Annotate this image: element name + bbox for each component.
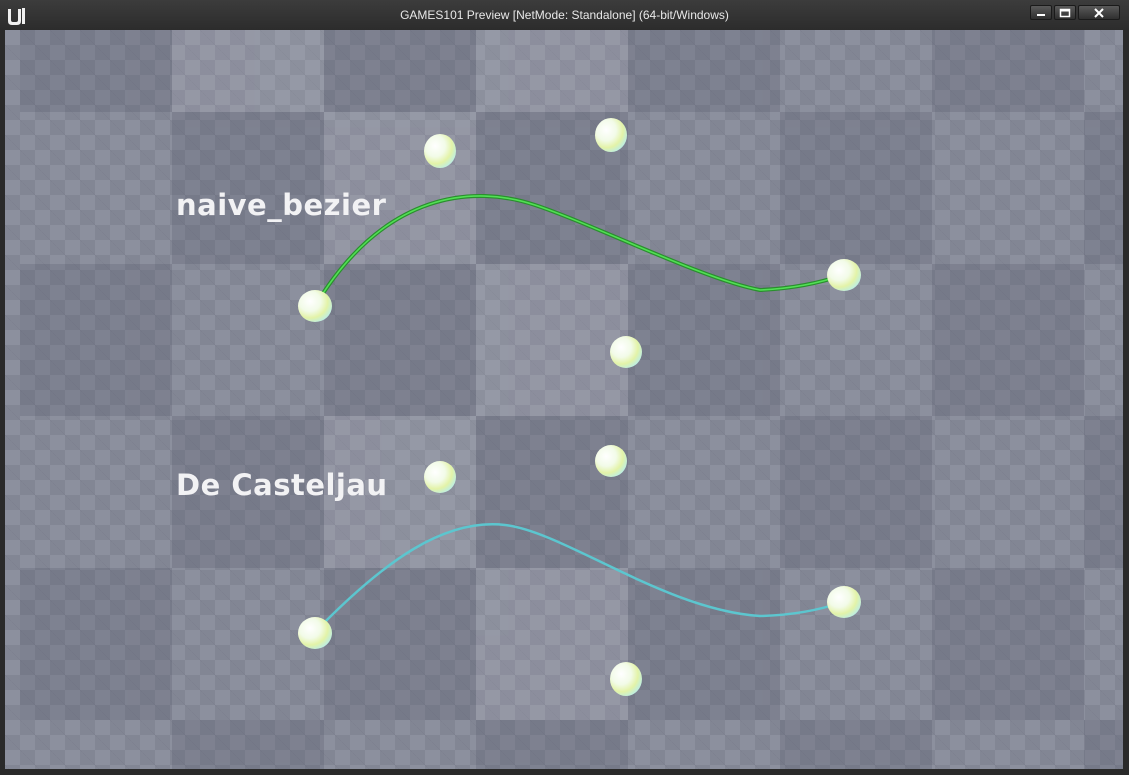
game-viewport[interactable]: naive_bezier De Casteljau bbox=[5, 30, 1123, 769]
control-point[interactable] bbox=[298, 290, 332, 322]
control-point[interactable] bbox=[595, 445, 627, 477]
control-point[interactable] bbox=[610, 662, 642, 696]
control-point[interactable] bbox=[595, 118, 627, 152]
control-point[interactable] bbox=[298, 617, 332, 649]
close-icon bbox=[1094, 7, 1104, 18]
de-casteljau-label: De Casteljau bbox=[176, 468, 388, 502]
maximize-button[interactable] bbox=[1054, 5, 1076, 20]
control-point[interactable] bbox=[424, 461, 456, 493]
maximize-icon bbox=[1059, 8, 1071, 17]
control-point[interactable] bbox=[827, 259, 861, 291]
naive-bezier-label: naive_bezier bbox=[176, 188, 387, 222]
scene-canvas bbox=[20, 30, 1123, 769]
control-point[interactable] bbox=[827, 586, 861, 618]
window-title: GAMES101 Preview [NetMode: Standalone] (… bbox=[400, 8, 729, 22]
app-window: GAMES101 Preview [NetMode: Standalone] (… bbox=[0, 0, 1129, 775]
title-bar[interactable]: GAMES101 Preview [NetMode: Standalone] (… bbox=[0, 0, 1129, 30]
minimize-button[interactable] bbox=[1030, 5, 1052, 20]
control-point[interactable] bbox=[424, 134, 456, 168]
control-point[interactable] bbox=[610, 336, 642, 368]
minimize-icon bbox=[1037, 13, 1045, 16]
close-button[interactable] bbox=[1078, 5, 1120, 20]
window-controls bbox=[1030, 5, 1120, 20]
